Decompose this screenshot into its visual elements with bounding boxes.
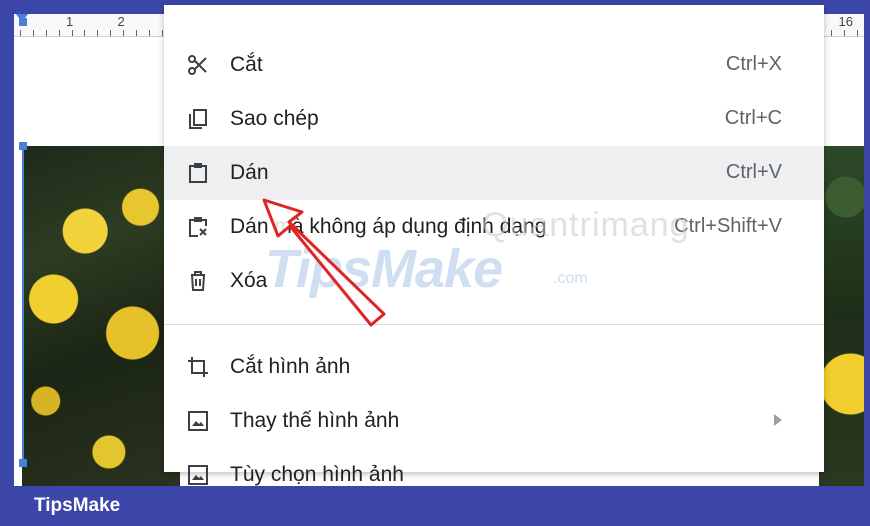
- ruler-tick: [110, 30, 111, 36]
- menu-item-label: Xóa: [230, 269, 268, 292]
- menu-item-label: Cắt hình ảnh: [230, 355, 351, 378]
- paste-plain-icon: [186, 215, 210, 239]
- menu-item-replace-image[interactable]: Thay thế hình ảnh: [164, 394, 824, 448]
- ruler-tick: [33, 30, 34, 36]
- frame-right-border: [864, 0, 870, 486]
- ruler-number: 1: [66, 14, 74, 29]
- menu-item-crop-image[interactable]: Cắt hình ảnh: [164, 340, 824, 394]
- menu-item-label: Dán: [230, 161, 269, 184]
- ruler-number: 16: [838, 14, 853, 29]
- ruler-tick: [123, 30, 124, 36]
- resize-handle-top-left[interactable]: [19, 142, 27, 150]
- image-selection-border: [22, 146, 24, 466]
- ruler-tick: [59, 30, 60, 36]
- menu-item-shortcut: Ctrl+C: [724, 107, 782, 129]
- ruler-tick: [46, 30, 47, 36]
- trash-icon: [186, 269, 210, 293]
- frame-left-border: [0, 0, 14, 486]
- menu-item-shortcut: Ctrl+X: [725, 53, 782, 75]
- ruler-tick: [72, 30, 73, 36]
- ruler-number: 2: [117, 14, 125, 29]
- copy-icon: [186, 107, 210, 131]
- menu-item-label: Sao chép: [230, 107, 319, 130]
- ruler-tick: [831, 30, 832, 36]
- menu-item-label: Tùy chọn hình ảnh: [230, 463, 404, 486]
- image-icon: [186, 409, 210, 433]
- watermark-domain: .com: [553, 270, 588, 287]
- menu-item-paste[interactable]: Dán Ctrl+V: [164, 146, 824, 200]
- crop-icon: [186, 355, 210, 379]
- menu-item-shortcut: Ctrl+V: [725, 161, 782, 183]
- footer-brand: TipsMake: [34, 495, 121, 516]
- ruler-tick: [84, 30, 85, 36]
- selected-image-right-part[interactable]: [819, 146, 864, 486]
- selected-image[interactable]: [22, 146, 180, 486]
- ruler-tick: [162, 30, 163, 36]
- context-menu: Cắt Ctrl+X Sao chép Ctrl+C Dán Ctrl+V Dá…: [164, 5, 824, 486]
- footer-bar: TipsMake: [0, 486, 870, 526]
- ruler-tick: [136, 30, 137, 36]
- menu-item-label: Cắt: [230, 53, 263, 76]
- ruler-tick: [844, 30, 845, 36]
- watermark-secondary: Quantrimang: [482, 206, 690, 244]
- resize-handle-top-left-ruler[interactable]: [19, 18, 27, 26]
- image-icon: [186, 463, 210, 487]
- clipboard-icon: [186, 161, 210, 185]
- menu-item-label: Thay thế hình ảnh: [230, 409, 400, 432]
- menu-item-shortcut: Ctrl+Shift+V: [674, 215, 782, 237]
- scissors-icon: [186, 53, 210, 77]
- ruler-tick: [97, 30, 98, 36]
- menu-item-copy[interactable]: Sao chép Ctrl+C: [164, 92, 824, 146]
- menu-item-cut[interactable]: Cắt Ctrl+X: [164, 38, 824, 92]
- ruler-tick: [20, 30, 21, 36]
- resize-handle-bottom-left[interactable]: [19, 459, 27, 467]
- ruler-tick: [149, 30, 150, 36]
- watermark-brand: TipsMake: [265, 239, 503, 299]
- submenu-arrow-icon: [774, 414, 782, 426]
- ruler-tick: [857, 30, 858, 36]
- menu-separator: [164, 324, 824, 325]
